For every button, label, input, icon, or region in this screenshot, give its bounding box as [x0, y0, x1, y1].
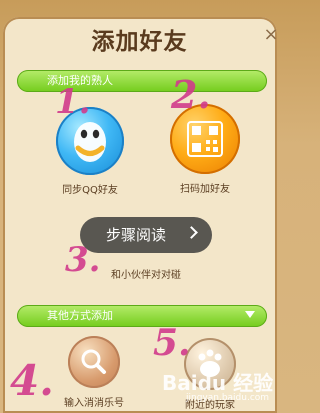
sync-qq-friends-label: 同步QQ好友 [62, 185, 118, 196]
close-button[interactable]: × [262, 24, 280, 46]
bump-friends-label[interactable]: 和小伙伴对对碰 [111, 266, 181, 281]
annotation-step-4: 4. [10, 356, 54, 405]
section-other-label: 其他方式添加 [47, 309, 113, 322]
scan-qr-button[interactable]: 扫码加好友 [164, 104, 246, 195]
section-header-other[interactable]: 其他方式添加 [17, 305, 267, 327]
enter-id-button[interactable]: 输入消消乐号 [54, 336, 134, 409]
annotation-step-3: 3. [65, 240, 101, 280]
annotation-step-2: 2. [171, 72, 211, 117]
baidu-jingyan-watermark: Baidu 经验 jingyan.baidu.com [162, 367, 277, 411]
scan-qr-label: 扫码加好友 [180, 184, 230, 195]
annotation-step-1: 1. [55, 82, 91, 122]
enter-id-label: 输入消消乐号 [64, 398, 124, 409]
annotation-step-5: 5. [153, 322, 191, 364]
watermark-url: jingyan.baidu.com [186, 393, 270, 403]
chevron-right-icon [185, 226, 198, 239]
search-icon [68, 336, 120, 388]
dialog-title: 添加好友 [91, 29, 188, 55]
dropdown-arrow-icon [245, 311, 255, 318]
watermark-brand: Baidu 经验 [162, 371, 274, 395]
step-reading-label: 步骤阅读 [106, 226, 167, 244]
